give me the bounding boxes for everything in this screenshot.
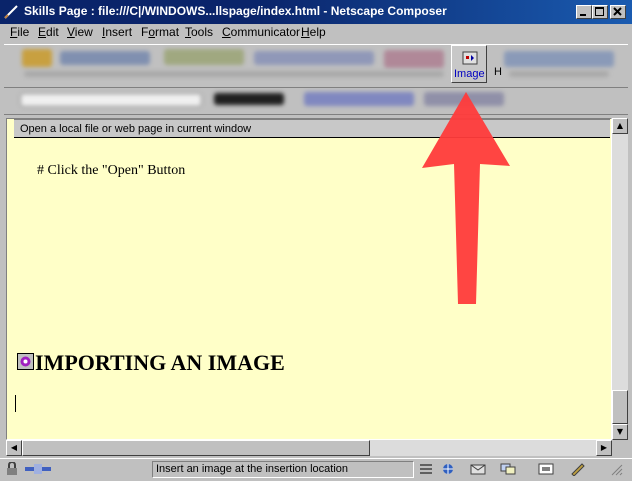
- connection-status-icon: [25, 464, 51, 474]
- menu-bar: File Edit View Insert Format Tools Commu…: [0, 24, 632, 42]
- step-instruction: # Click the "Open" Button: [37, 163, 186, 178]
- composition-toolbar: [4, 44, 628, 88]
- image-placeholder-icon[interactable]: [17, 353, 34, 370]
- paragraph-style-dropdown[interactable]: [20, 93, 202, 107]
- new-button[interactable]: [22, 49, 52, 67]
- menu-format[interactable]: Format: [141, 25, 179, 39]
- minimize-button[interactable]: [576, 5, 592, 19]
- format-buttons-blurred[interactable]: [304, 92, 414, 106]
- list-icon[interactable]: [418, 462, 434, 476]
- image-button-label: Image: [454, 68, 485, 80]
- menu-tools[interactable]: Tools: [185, 25, 213, 39]
- scroll-right-button[interactable]: ▶: [596, 440, 612, 456]
- menu-communicator[interactable]: Communicator: [222, 25, 300, 39]
- tooltip: Open a local file or web page in current…: [14, 119, 610, 138]
- maximize-icon: [595, 7, 604, 16]
- toolbar-buttons-blurred-3[interactable]: [254, 51, 374, 65]
- vertical-scroll-thumb[interactable]: [612, 390, 628, 424]
- security-lock-icon[interactable]: [4, 462, 20, 476]
- toolbar-labels-blurred: [24, 71, 444, 77]
- text-cursor: [15, 395, 16, 412]
- scroll-up-button[interactable]: ▲: [612, 118, 628, 134]
- maximize-button[interactable]: [592, 5, 608, 19]
- menu-file[interactable]: File: [10, 25, 29, 39]
- minimize-icon: [580, 14, 586, 16]
- toolbar-buttons-blurred[interactable]: [60, 51, 150, 65]
- red-arrow-annotation: [422, 92, 510, 304]
- navigator-icon[interactable]: [440, 462, 456, 476]
- document-editor[interactable]: # Click the "Open" Button IMPORTING AN I…: [6, 118, 612, 440]
- horizontal-scrollbar[interactable]: ◀ ▶: [6, 440, 612, 456]
- toolbar-buttons-blurred-2[interactable]: [164, 49, 244, 65]
- title-bar[interactable]: Skills Page : file:///C|/WINDOWS...llspa…: [0, 0, 632, 24]
- image-button[interactable]: Image: [451, 45, 487, 83]
- discussions-icon[interactable]: [500, 462, 516, 476]
- close-button[interactable]: [610, 5, 626, 19]
- h-rule-button-label[interactable]: H: [494, 66, 502, 78]
- window-title: Skills Page : file:///C|/WINDOWS...llspa…: [24, 4, 447, 18]
- menu-help[interactable]: Help: [301, 25, 326, 39]
- composer-page-icon[interactable]: [538, 462, 554, 476]
- menu-edit[interactable]: Edit: [38, 25, 59, 39]
- scroll-down-button[interactable]: ▼: [612, 424, 628, 440]
- toolbar-buttons-blurred-4[interactable]: [384, 50, 444, 68]
- toolbar-buttons-blurred-5[interactable]: [504, 51, 614, 67]
- mail-icon[interactable]: [470, 462, 486, 476]
- status-bar: Insert an image at the insertion locatio…: [0, 458, 632, 481]
- formatting-toolbar: [4, 88, 628, 115]
- pen-edit-icon[interactable]: [570, 462, 586, 476]
- close-icon: [613, 7, 622, 16]
- toolbar-labels-blurred-2: [509, 71, 609, 77]
- menu-insert[interactable]: Insert: [102, 25, 132, 39]
- netscape-composer-icon: [4, 5, 18, 19]
- vertical-scrollbar[interactable]: ▲ ▼: [612, 118, 628, 440]
- resize-grip-icon[interactable]: [608, 462, 624, 476]
- document-heading: IMPORTING AN IMAGE: [35, 350, 285, 375]
- menu-view[interactable]: View: [67, 25, 93, 39]
- scroll-left-button[interactable]: ◀: [6, 440, 22, 456]
- horizontal-scroll-thumb[interactable]: [22, 440, 370, 456]
- image-icon: [462, 51, 478, 65]
- status-text: Insert an image at the insertion locatio…: [152, 461, 414, 478]
- font-dropdown[interactable]: [214, 93, 284, 105]
